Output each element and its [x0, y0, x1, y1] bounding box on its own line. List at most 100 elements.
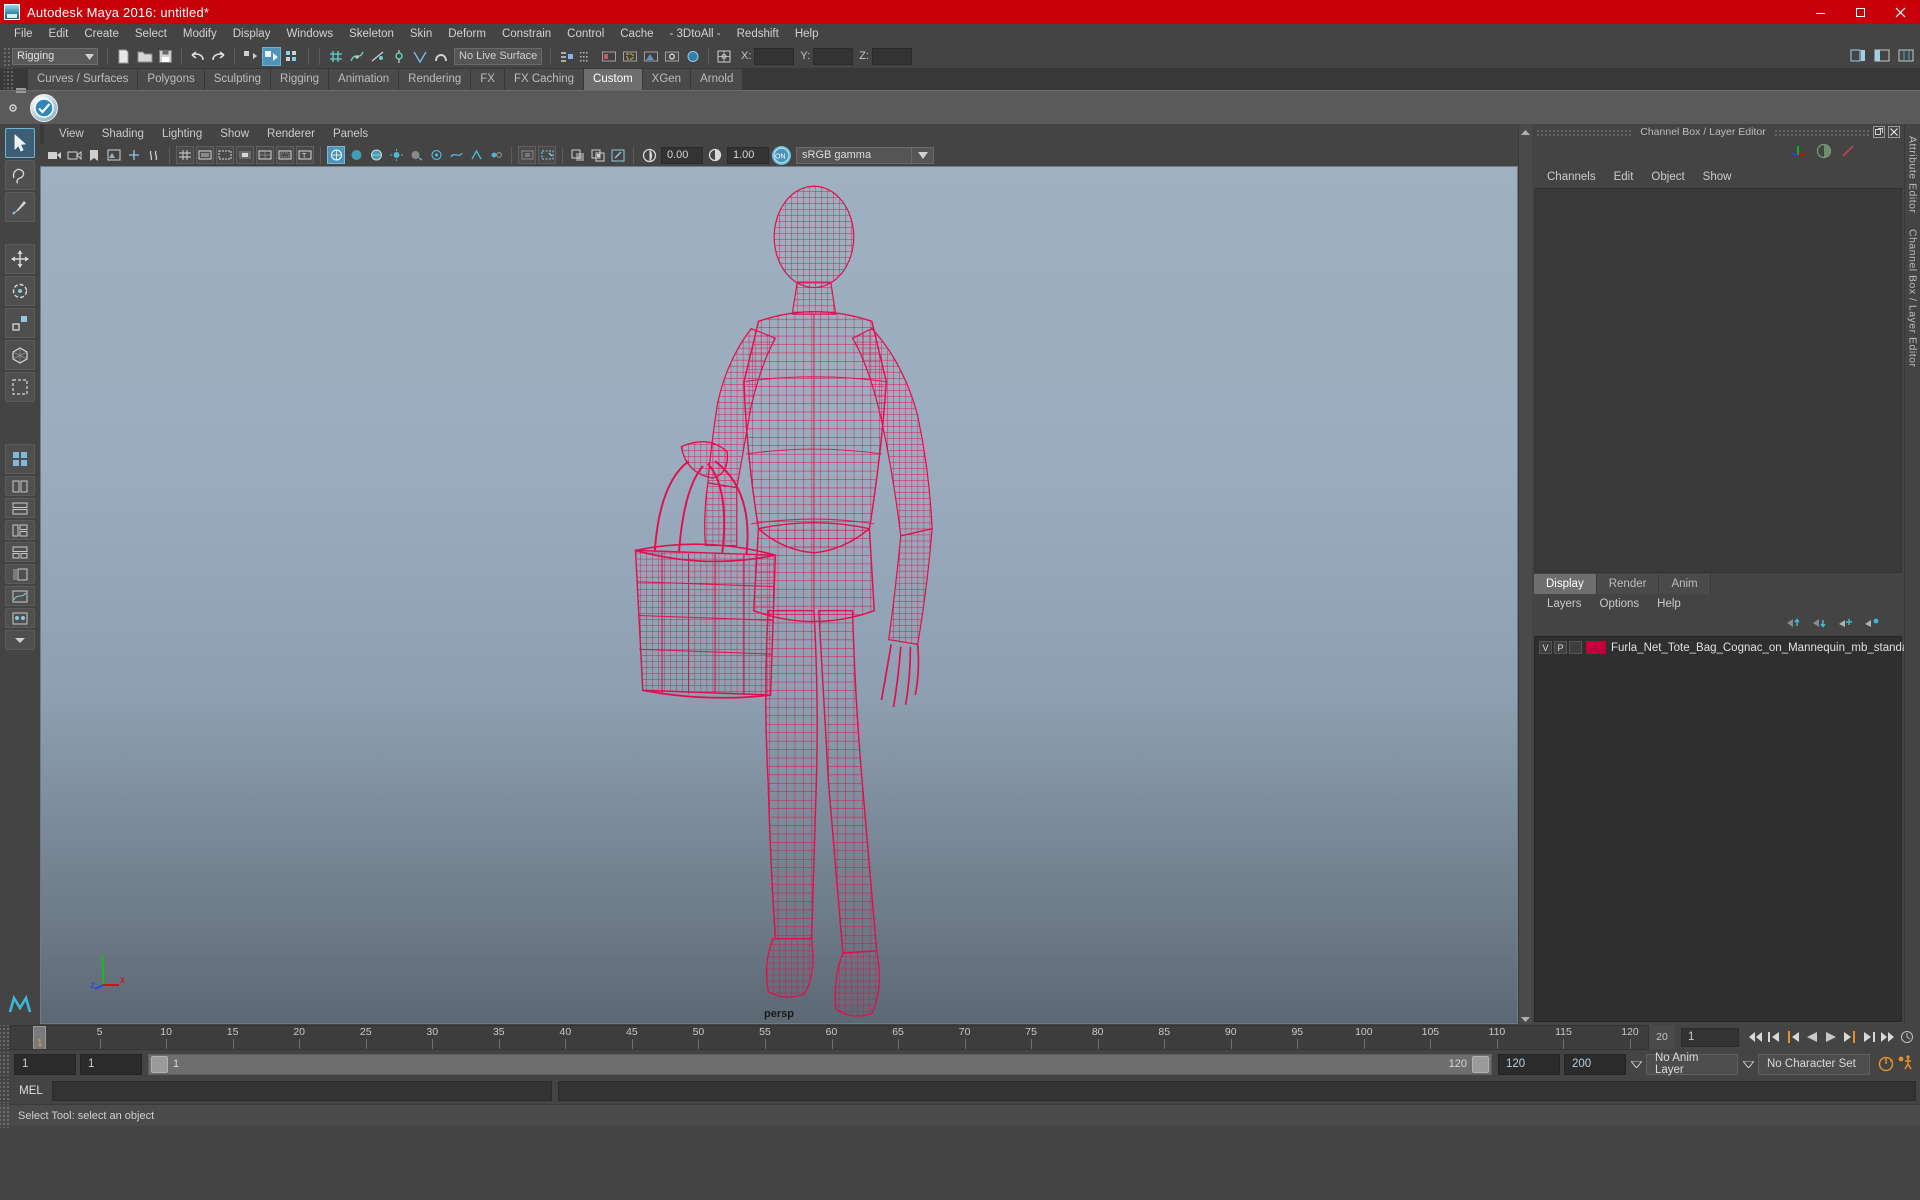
shelf-tab-rigging[interactable]: Rigging — [271, 69, 330, 90]
menu-display[interactable]: Display — [225, 24, 279, 44]
layout-two-panes-stacked[interactable] — [5, 498, 35, 518]
shelf-tab-arnold[interactable]: Arnold — [691, 69, 744, 90]
close-button[interactable] — [1880, 0, 1920, 24]
move-layer-up-icon[interactable] — [1786, 616, 1802, 634]
shelf-menu-handle[interactable] — [14, 88, 28, 90]
layout-hypershade-persp[interactable] — [5, 608, 35, 628]
new-scene-icon[interactable] — [114, 47, 133, 66]
viewport-canvas[interactable]: y x z persp — [40, 166, 1518, 1024]
coord-y-input[interactable] — [813, 47, 854, 65]
live-surface-field[interactable]: No Live Surface — [454, 47, 542, 65]
new-layer-from-selected-icon[interactable] — [1864, 616, 1880, 634]
multisample-aa-icon[interactable] — [467, 146, 485, 164]
gamma-icon[interactable] — [706, 146, 724, 164]
shaded-wireframe-icon[interactable] — [367, 146, 385, 164]
layout-three-panes-split-left[interactable] — [5, 520, 35, 540]
xray-joints-icon[interactable] — [569, 146, 587, 164]
shelf-tab-curves-surfaces[interactable]: Curves / Surfaces — [28, 69, 139, 90]
layout-outliner-persp[interactable] — [5, 564, 35, 584]
range-end-input[interactable]: 120 — [1498, 1053, 1560, 1075]
numeric-input-target-icon[interactable] — [715, 47, 734, 66]
input-connections-icon[interactable] — [557, 47, 576, 66]
menu-constrain[interactable]: Constrain — [494, 24, 559, 44]
menu-3dtoall[interactable]: - 3DtoAll - — [662, 24, 729, 44]
snap-to-view-plane-icon[interactable] — [410, 47, 429, 66]
menu-select[interactable]: Select — [127, 24, 175, 44]
sidebar-attribute-editor-icon[interactable] — [1848, 46, 1867, 65]
sidebar-tool-settings-icon[interactable] — [1872, 46, 1891, 65]
layer-menu-help[interactable]: Help — [1648, 598, 1690, 610]
viewport-menu-show[interactable]: Show — [211, 128, 258, 140]
numeric-input-dots-icon[interactable] — [578, 47, 597, 66]
close-panel-button[interactable] — [1888, 126, 1900, 138]
command-input[interactable] — [52, 1081, 552, 1101]
channel-box-attribute-list[interactable] — [1534, 188, 1902, 573]
menu-modify[interactable]: Modify — [175, 24, 225, 44]
shelf-tab-xgen[interactable]: XGen — [642, 69, 692, 90]
select-camera-icon[interactable] — [45, 146, 63, 164]
anim-layer-chevron-down-icon[interactable] — [1626, 1054, 1646, 1075]
layer-menu-layers[interactable]: Layers — [1538, 598, 1591, 610]
rotate-tool[interactable] — [5, 276, 35, 306]
menu-cache[interactable]: Cache — [612, 24, 661, 44]
two-d-pan-zoom-icon[interactable] — [125, 146, 143, 164]
playback-options-icon[interactable] — [1897, 1028, 1916, 1047]
sphere-shading-icon[interactable] — [1816, 143, 1832, 164]
menu-skeleton[interactable]: Skeleton — [341, 24, 402, 44]
viewport-snapshot-icon[interactable] — [609, 146, 627, 164]
bookmark-icon[interactable] — [85, 146, 103, 164]
color-management-icon[interactable]: ON — [772, 145, 791, 165]
shelf-grip[interactable] — [4, 68, 14, 90]
auto-keyframe-toggle[interactable] — [1876, 1055, 1895, 1074]
select-by-object-icon[interactable] — [262, 46, 281, 66]
channel-box-menu-edit[interactable]: Edit — [1605, 171, 1643, 183]
shelf-tab-custom[interactable]: Custom — [584, 69, 643, 90]
move-layer-down-icon[interactable] — [1812, 616, 1828, 634]
select-by-component-icon[interactable] — [283, 47, 302, 66]
layer-visibility-toggle[interactable]: V — [1539, 641, 1552, 654]
menu-set-selector[interactable]: Rigging — [12, 47, 98, 65]
redo-icon[interactable] — [209, 47, 228, 66]
view-transform-select[interactable]: sRGB gamma — [796, 146, 912, 164]
isolate-select-icon[interactable] — [518, 146, 536, 164]
gate-mask-icon[interactable] — [236, 146, 254, 164]
snap-to-grid-icon[interactable] — [326, 47, 345, 66]
display-layer-row[interactable]: V P Furla_Net_Tote_Bag_Cognac_on_Mannequ… — [1535, 639, 1908, 657]
select-tool[interactable] — [5, 128, 35, 158]
step-forward-frame-button[interactable] — [1840, 1028, 1859, 1047]
save-scene-icon[interactable] — [156, 47, 175, 66]
range-start-input[interactable]: 1 — [80, 1053, 142, 1075]
layer-playback-toggle[interactable]: P — [1554, 641, 1567, 654]
maximize-button[interactable] — [1840, 0, 1880, 24]
minimize-button[interactable] — [1800, 0, 1840, 24]
step-forward-keyframe-button[interactable] — [1859, 1028, 1878, 1047]
scale-tool[interactable] — [5, 308, 35, 338]
screen-space-ao-icon[interactable] — [427, 146, 445, 164]
xray-active-components-icon[interactable] — [589, 146, 607, 164]
shelf-options-gear-icon[interactable] — [4, 102, 22, 114]
command-language-label[interactable]: MEL — [10, 1085, 52, 1097]
menu-skin[interactable]: Skin — [402, 24, 440, 44]
time-slider-grip[interactable] — [0, 1025, 10, 1049]
lasso-select-tool[interactable] — [5, 160, 35, 190]
layout-persp-graph-editor[interactable] — [5, 586, 35, 606]
snap-to-projected-center-icon[interactable] — [389, 47, 408, 66]
depth-of-field-icon[interactable] — [487, 146, 505, 164]
current-frame-input[interactable]: 1 — [1681, 1027, 1739, 1047]
layer-tab-anim[interactable]: Anim — [1659, 573, 1711, 594]
undo-icon[interactable] — [188, 47, 207, 66]
play-backwards-button[interactable] — [1802, 1028, 1821, 1047]
layer-color-swatch[interactable] — [1586, 641, 1606, 654]
layout-more[interactable] — [5, 630, 35, 650]
scroll-down-arrow-icon[interactable] — [1520, 1011, 1531, 1022]
menu-deform[interactable]: Deform — [440, 24, 494, 44]
wireframe-shading-icon[interactable] — [327, 146, 345, 164]
menu-create[interactable]: Create — [76, 24, 127, 44]
render-settings-icon[interactable] — [662, 47, 681, 66]
time-slider-track[interactable]: 1 5 10 15 20 25 30 35 40 45 50 55 60 65 70 75 80 85 90 95 1… — [10, 1024, 1649, 1050]
menu-windows[interactable]: Windows — [278, 24, 341, 44]
smooth-shade-all-icon[interactable] — [347, 146, 365, 164]
shadows-icon[interactable] — [407, 146, 425, 164]
menu-edit[interactable]: Edit — [41, 24, 77, 44]
sidebar-channel-box-icon[interactable] — [1896, 46, 1915, 65]
